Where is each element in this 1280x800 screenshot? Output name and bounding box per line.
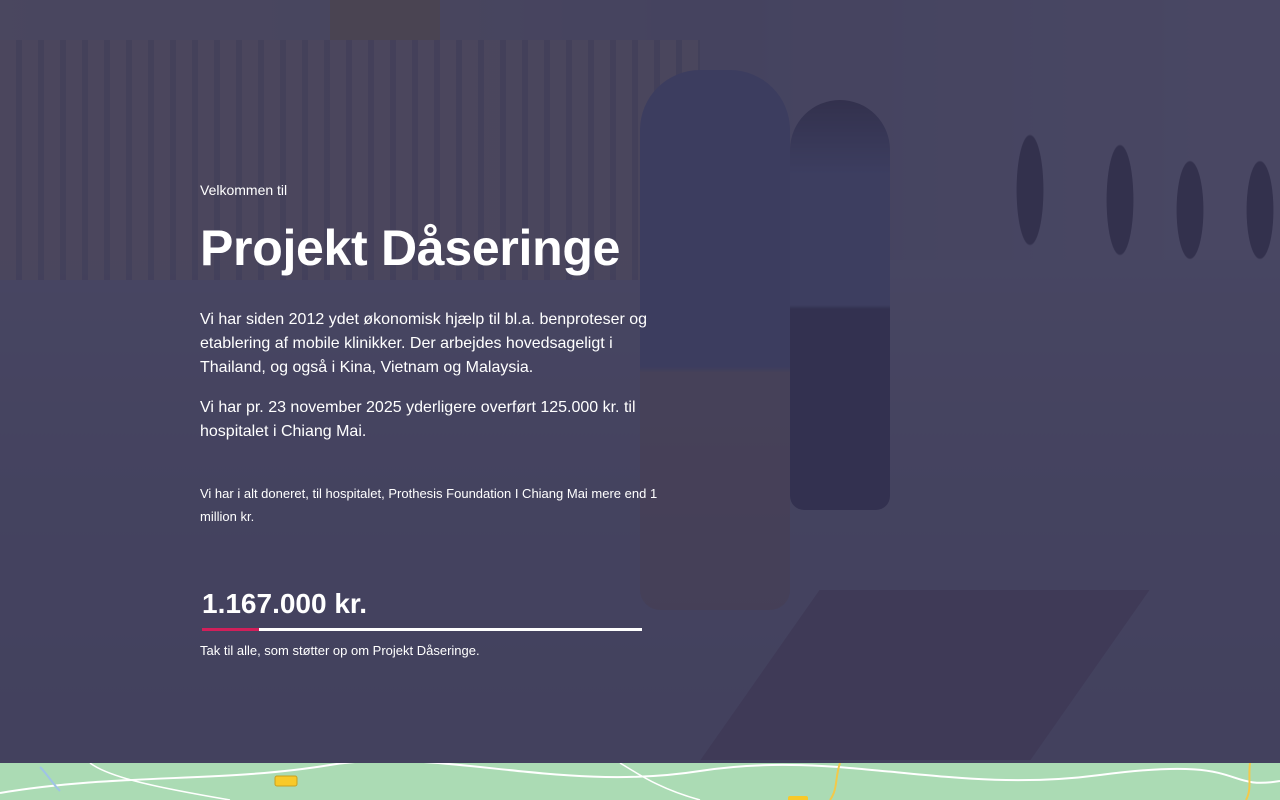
map-preview[interactable] bbox=[0, 763, 1280, 800]
intro-paragraph: Vi har siden 2012 ydet økonomisk hjælp t… bbox=[200, 311, 648, 376]
hero-content: Velkommen til Projekt Dåseringe Vi har s… bbox=[200, 180, 680, 528]
map-roads bbox=[0, 763, 1280, 800]
thanks-text: Tak til alle, som støtter op om Projekt … bbox=[200, 643, 480, 658]
welcome-text: Velkommen til bbox=[200, 182, 288, 198]
donation-summary: Vi har i alt doneret, til hospitalet, Pr… bbox=[200, 486, 658, 524]
page-title: Projekt Dåseringe bbox=[200, 220, 621, 276]
donation-counter: 1.167.000 kr. bbox=[202, 588, 368, 619]
update-paragraph: Vi har pr. 23 november 2025 yderligere o… bbox=[200, 399, 636, 440]
donation-progress-fill bbox=[202, 628, 260, 631]
donation-progress-bar bbox=[202, 628, 642, 631]
